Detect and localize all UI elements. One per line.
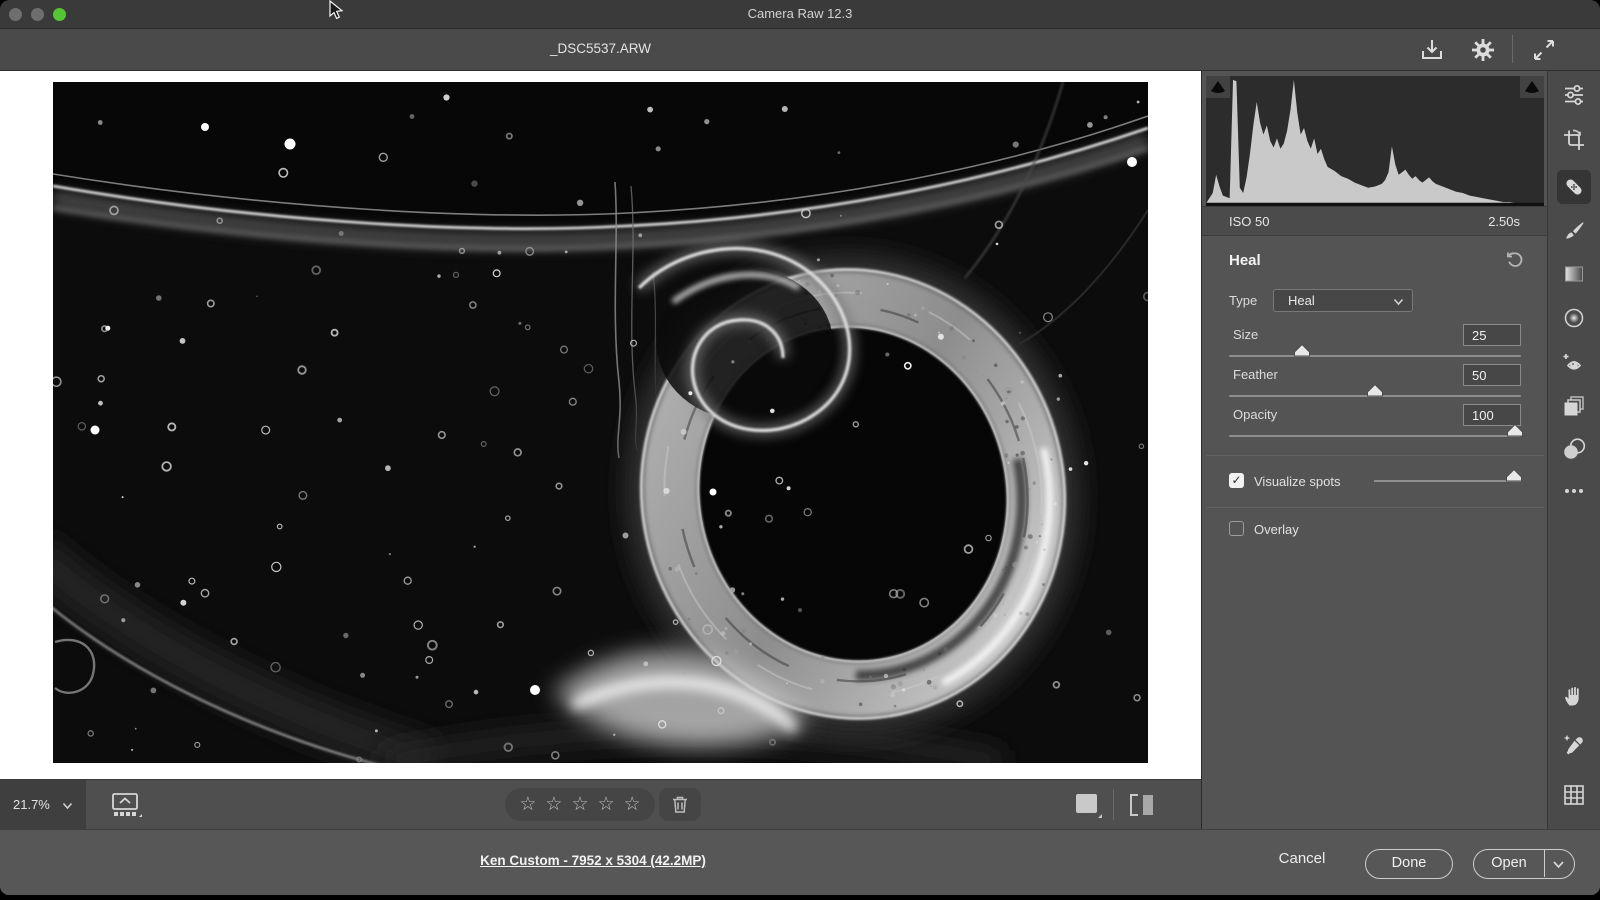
- size-slider[interactable]: [1229, 355, 1521, 357]
- reset-icon[interactable]: [1504, 251, 1524, 269]
- toolbar-separator: [1113, 789, 1114, 820]
- shadow-clipping-indicator[interactable]: [1206, 76, 1230, 98]
- open-options-chevron-icon[interactable]: [1552, 860, 1565, 869]
- camera-raw-window: Camera Raw 12.3 _DSC5537.ARW: [0, 0, 1600, 895]
- filebar-separator: [1512, 35, 1513, 63]
- star-icon[interactable]: ☆: [545, 795, 562, 814]
- zoom-level-dropdown[interactable]: 21.7%: [0, 780, 86, 829]
- window-title: Camera Raw 12.3: [0, 6, 1600, 21]
- star-icon[interactable]: ☆: [519, 795, 536, 814]
- tool-more[interactable]: [1557, 474, 1591, 508]
- titlebar[interactable]: Camera Raw 12.3: [0, 0, 1600, 29]
- bottom-toolbar: 21.7% ☆ ☆ ☆ ☆ ☆: [0, 779, 1201, 829]
- open-button-divider: [1544, 850, 1545, 877]
- workflow-options-link[interactable]: Ken Custom - 7952 x 5304 (42.2MP): [480, 853, 706, 868]
- size-label: Size: [1233, 327, 1258, 342]
- exposure-info-bar: ISO 50 2.50s: [1202, 206, 1548, 236]
- done-button[interactable]: Done: [1365, 849, 1453, 879]
- tool-snapshots[interactable]: [1557, 389, 1591, 423]
- feather-value-field[interactable]: 50: [1463, 364, 1521, 386]
- overlay-label: Overlay: [1254, 522, 1299, 537]
- iso-value: ISO 50: [1229, 214, 1269, 229]
- size-value-field[interactable]: 25: [1463, 324, 1521, 346]
- feather-label: Feather: [1233, 367, 1278, 382]
- mouse-cursor: [328, 0, 344, 22]
- toggle-fullscreen-icon[interactable]: [1531, 37, 1557, 63]
- tool-color-circles[interactable]: [1557, 432, 1591, 466]
- tool-strip: [1547, 71, 1600, 829]
- type-dropdown[interactable]: Heal: [1273, 289, 1413, 312]
- tool-linear-gradient[interactable]: [1557, 257, 1591, 291]
- open-button-label: Open: [1474, 850, 1544, 877]
- shutter-speed-value: 2.50s: [1488, 214, 1520, 229]
- star-icon[interactable]: ☆: [624, 795, 641, 814]
- footer-bar: Ken Custom - 7952 x 5304 (42.2MP) Cancel…: [0, 829, 1600, 895]
- chevron-down-icon: [62, 802, 73, 810]
- preferences-gear-icon[interactable]: [1470, 37, 1496, 63]
- zoom-level-value: 21.7%: [13, 797, 50, 812]
- divider: [1206, 455, 1544, 456]
- type-dropdown-value: Heal: [1288, 293, 1315, 308]
- chevron-down-icon: [1393, 298, 1404, 306]
- single-view-icon[interactable]: [1074, 791, 1102, 819]
- heal-panel-title: Heal: [1229, 252, 1261, 269]
- tool-edit-sliders[interactable]: [1557, 78, 1591, 112]
- histogram[interactable]: [1206, 76, 1544, 206]
- tool-hand[interactable]: [1557, 679, 1591, 713]
- tool-red-eye[interactable]: [1557, 346, 1591, 380]
- star-icon[interactable]: ☆: [598, 795, 615, 814]
- tool-white-balance-sampler[interactable]: [1557, 728, 1591, 762]
- visualize-spots-slider-thumb[interactable]: [1505, 469, 1522, 482]
- star-icon[interactable]: ☆: [571, 795, 588, 814]
- feather-slider-thumb[interactable]: [1367, 384, 1384, 397]
- opacity-slider-thumb[interactable]: [1507, 424, 1524, 437]
- delete-button[interactable]: [659, 788, 701, 821]
- highlight-clipping-indicator[interactable]: [1520, 76, 1544, 98]
- trash-icon: [671, 795, 689, 814]
- visualize-spots-checkbox[interactable]: ✓: [1229, 473, 1244, 488]
- tool-radial-gradient[interactable]: [1557, 301, 1591, 335]
- feather-value: 50: [1472, 368, 1486, 383]
- visualize-spots-slider[interactable]: [1374, 480, 1521, 482]
- type-label: Type: [1229, 293, 1257, 308]
- filename-label: _DSC5537.ARW: [0, 41, 1201, 56]
- tool-grid-overlay[interactable]: [1557, 778, 1591, 812]
- before-after-view-icon[interactable]: [1128, 793, 1156, 817]
- size-slider-thumb[interactable]: [1294, 344, 1311, 357]
- opacity-label: Opacity: [1233, 407, 1277, 422]
- opacity-slider[interactable]: [1229, 435, 1521, 437]
- visualize-spots-label: Visualize spots: [1254, 474, 1340, 489]
- photo-preview[interactable]: [53, 82, 1148, 763]
- tool-heal[interactable]: [1557, 170, 1591, 204]
- save-image-icon[interactable]: [1419, 37, 1445, 63]
- overlay-checkbox[interactable]: [1229, 521, 1244, 536]
- file-bar: _DSC5537.ARW: [0, 29, 1600, 71]
- open-button[interactable]: Open: [1473, 849, 1575, 879]
- star-rating-control: ☆ ☆ ☆ ☆ ☆: [505, 788, 655, 821]
- size-value: 25: [1472, 328, 1486, 343]
- toggle-filmstrip-icon[interactable]: [110, 790, 142, 820]
- feather-slider[interactable]: [1229, 395, 1521, 397]
- image-canvas-background: [0, 71, 1201, 779]
- tool-crop[interactable]: [1557, 123, 1591, 157]
- divider: [1206, 507, 1544, 508]
- opacity-value-field[interactable]: 100: [1463, 404, 1521, 426]
- cancel-button[interactable]: Cancel: [1262, 850, 1342, 867]
- opacity-value: 100: [1472, 408, 1494, 423]
- tool-adjustment-brush[interactable]: [1557, 214, 1591, 248]
- edit-panel: ISO 50 2.50s Heal Type Heal Size 25 Feat…: [1201, 71, 1547, 829]
